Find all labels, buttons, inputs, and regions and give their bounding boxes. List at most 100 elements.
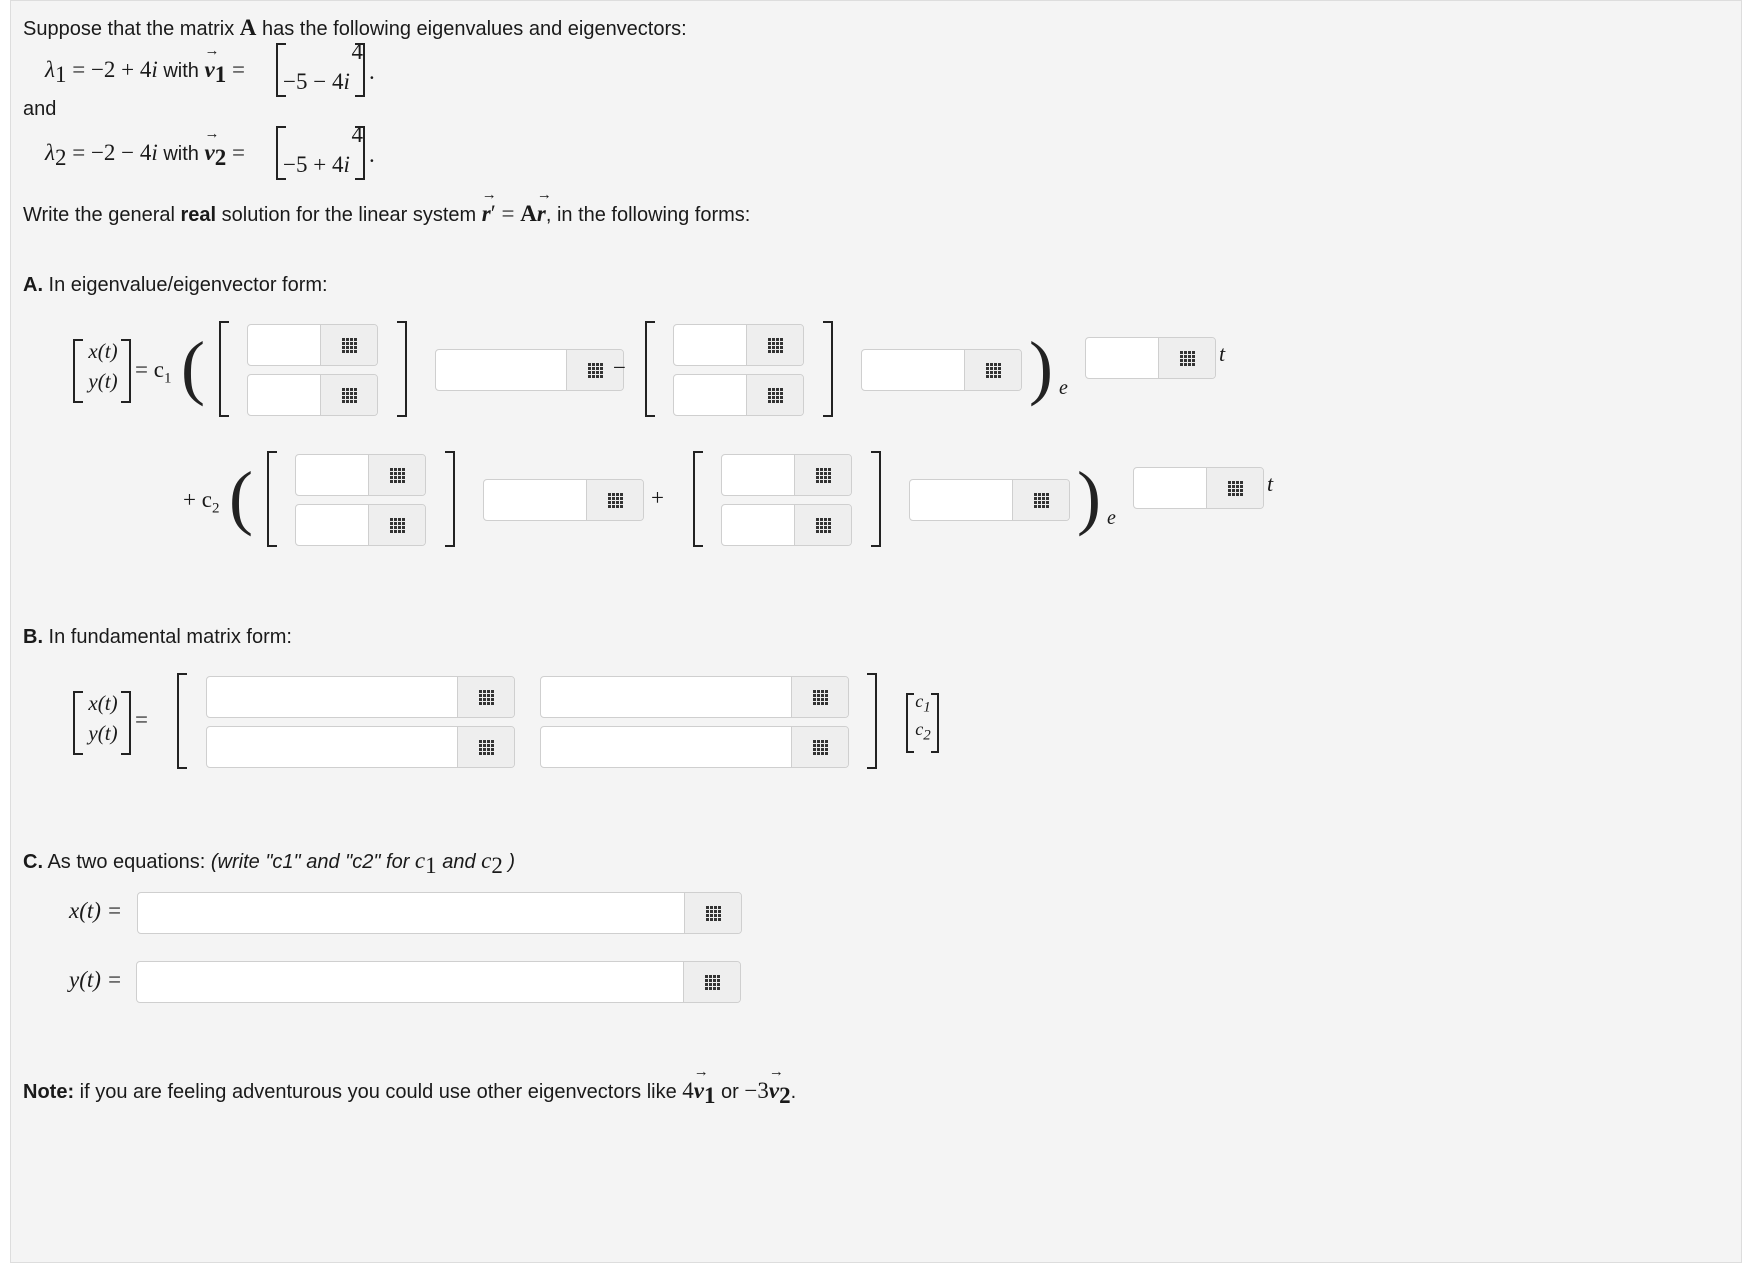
part-a-row2-vec1-left-bracket (267, 451, 277, 547)
part-a-c1: = c1 (135, 357, 172, 387)
eigenvalue-2: λ2 = −2 − 4i with v2 = (45, 126, 245, 171)
part-b-cell-12-field[interactable] (540, 676, 849, 718)
grid-icon (478, 739, 494, 755)
matrix-button[interactable] (683, 962, 740, 1002)
part-a-row2-exponent-field[interactable] (1133, 467, 1264, 509)
part-a-row1-open-paren: ( (181, 327, 205, 407)
part-a-row2-vec1-right-bracket (445, 451, 455, 547)
part-a-row1-vec1-top-field[interactable] (247, 324, 378, 366)
vector-1-bottom: −5 − 4i (283, 69, 350, 94)
part-a-row2-vec2-bottom-field[interactable] (721, 504, 852, 546)
matrix-button[interactable] (746, 325, 803, 365)
matrix-button[interactable] (746, 375, 803, 415)
vector-2-right-bracket (355, 126, 365, 180)
part-a-row1-e: e (1059, 377, 1068, 399)
matrix-button[interactable] (457, 677, 514, 717)
part-a-row2-func1-input[interactable] (484, 480, 586, 520)
part-c-heading: C. As two equations: (write "c1" and "c2… (23, 848, 516, 878)
matrix-button[interactable] (368, 505, 425, 545)
part-b-cell-21-input[interactable] (207, 727, 457, 767)
part-a-c2: + c2 (183, 487, 220, 517)
part-a-row2-exponent-input[interactable] (1134, 468, 1206, 508)
part-a-row1-exponent-input[interactable] (1086, 338, 1158, 378)
grid-icon (767, 387, 783, 403)
part-b-equals: = (135, 707, 148, 732)
part-c-x-label: x(t) = (69, 898, 123, 923)
part-b-heading: B. In fundamental matrix form: (23, 626, 292, 648)
part-a-row1-func2-field[interactable] (861, 349, 1022, 391)
part-a-row1-vec1-left-bracket (219, 321, 229, 417)
matrix-button[interactable] (1158, 338, 1215, 378)
part-a-row2-vec2-right-bracket (871, 451, 881, 547)
part-a-row2-vec2-top-field[interactable] (721, 454, 852, 496)
vector-1-right-bracket (355, 43, 365, 97)
matrix-button[interactable] (457, 727, 514, 767)
matrix-button[interactable] (320, 375, 377, 415)
and-text: and (23, 98, 57, 120)
part-b-cell-12-input[interactable] (541, 677, 791, 717)
part-a-row2-vec1-bottom-field[interactable] (295, 504, 426, 546)
part-a-row2-func2-field[interactable] (909, 479, 1070, 521)
matrix-button[interactable] (794, 505, 851, 545)
matrix-button[interactable] (586, 480, 643, 520)
part-c-y-field[interactable] (136, 961, 741, 1003)
part-b-cell-22-input[interactable] (541, 727, 791, 767)
part-a-row1-vec2-bottom-field[interactable] (673, 374, 804, 416)
matrix-button[interactable] (684, 893, 741, 933)
matrix-button[interactable] (1012, 480, 1069, 520)
part-a-row2-func2-input[interactable] (910, 480, 1012, 520)
part-a-row1-vec2-top-input[interactable] (674, 325, 746, 365)
part-c-x-field[interactable] (137, 892, 742, 934)
eigenvalue-1: λ1 = −2 + 4i with v1 = (45, 43, 245, 88)
matrix-button[interactable] (794, 455, 851, 495)
grid-icon (389, 467, 405, 483)
matrix-button[interactable] (791, 677, 848, 717)
part-a-row1-vec2-left-bracket (645, 321, 655, 417)
part-a-minus: − (613, 355, 626, 380)
part-a-row2-vec1-top-input[interactable] (296, 455, 368, 495)
part-a-row1-t: t (1219, 341, 1226, 366)
part-c-x-input[interactable] (138, 893, 684, 933)
part-c-y-label: y(t) = (69, 967, 123, 992)
part-b-cell-11-input[interactable] (207, 677, 457, 717)
vector-2-top: 4 (351, 122, 364, 147)
grid-icon (985, 362, 1001, 378)
intro-sentence: Suppose that the matrix A has the follow… (23, 15, 687, 41)
part-a-row2-e: e (1107, 507, 1116, 529)
part-c-y-input[interactable] (137, 962, 683, 1002)
part-b-cell-11-field[interactable] (206, 676, 515, 718)
part-a-row1-func1-field[interactable] (435, 349, 624, 391)
part-a-row2-vec1-bottom-input[interactable] (296, 505, 368, 545)
part-a-row1-exponent-field[interactable] (1085, 337, 1216, 379)
part-a-lhs-y: y(t) (88, 369, 118, 393)
matrix-button[interactable] (791, 727, 848, 767)
grid-icon (812, 739, 828, 755)
matrix-button[interactable] (368, 455, 425, 495)
part-b-cell-21-field[interactable] (206, 726, 515, 768)
part-b-lhs-y: y(t) (88, 721, 118, 745)
grid-icon (341, 337, 357, 353)
instruction-sentence: Write the general real solution for the … (23, 187, 750, 227)
part-a-row1-vec1-bottom-field[interactable] (247, 374, 378, 416)
part-a-row1-vec2-top-field[interactable] (673, 324, 804, 366)
part-a-row2-vec2-top-input[interactable] (722, 455, 794, 495)
part-a-row1-vec1-top-input[interactable] (248, 325, 320, 365)
part-a-row1-func2-input[interactable] (862, 350, 964, 390)
part-a-row1-func1-input[interactable] (436, 350, 566, 390)
part-a-row2-vec2-bottom-input[interactable] (722, 505, 794, 545)
grid-icon (815, 467, 831, 483)
matrix-button[interactable] (320, 325, 377, 365)
part-a-row1-close-paren: ) (1029, 327, 1053, 407)
matrix-button[interactable] (1206, 468, 1263, 508)
part-a-row2-vec2-left-bracket (693, 451, 703, 547)
part-a-row2-vec1-top-field[interactable] (295, 454, 426, 496)
part-a-row1-vec1-bottom-input[interactable] (248, 375, 320, 415)
vector-1-top: 4 (351, 39, 364, 64)
part-b-cell-22-field[interactable] (540, 726, 849, 768)
grid-icon (341, 387, 357, 403)
grid-icon (607, 492, 623, 508)
matrix-button[interactable] (964, 350, 1021, 390)
part-a-row2-func1-field[interactable] (483, 479, 644, 521)
part-a-row1-vec2-bottom-input[interactable] (674, 375, 746, 415)
part-b-matrix-left-bracket (177, 673, 187, 769)
